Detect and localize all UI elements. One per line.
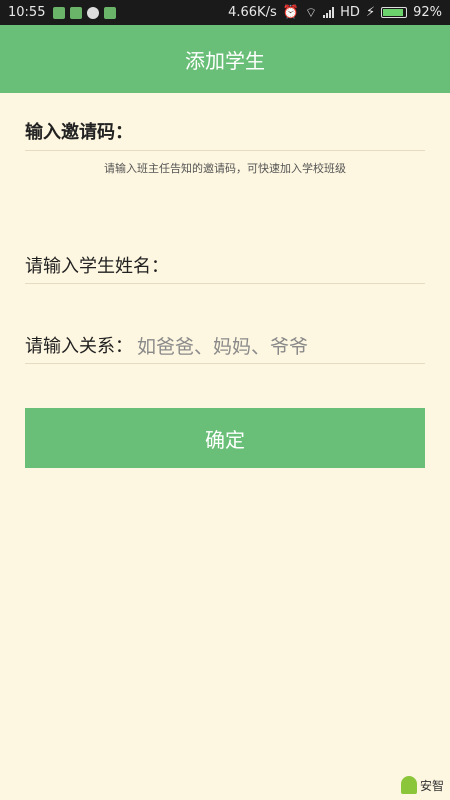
alarm-icon: ⏰ (282, 5, 299, 20)
student-name-input[interactable]: 请输入学生姓名： (25, 252, 169, 278)
charging-icon: ⚡ (365, 5, 376, 20)
student-name-underline (25, 283, 425, 284)
relation-underline (25, 363, 425, 364)
watermark: 安智 (400, 776, 444, 794)
invite-code-hint: 请输入班主任告知的邀请码，可快速加入学校班级 (104, 162, 346, 175)
status-bar: 10:55 4.66K/s ⏰ ⌔ HD ⚡ 92% (0, 0, 450, 25)
qq-icon (87, 6, 100, 19)
relation-label: 请输入关系： (25, 336, 133, 357)
wifi-icon: ⌔ (304, 5, 318, 21)
anzhi-logo-icon (400, 776, 417, 794)
watermark-text: 安智 (419, 778, 444, 793)
notification-icon (53, 6, 66, 19)
relation-input[interactable]: 请输入关系： 如爸爸、妈妈、爷爷 (25, 330, 308, 360)
status-time: 10:55 (8, 5, 46, 20)
confirm-button[interactable]: 确定 (25, 408, 425, 468)
relation-placeholder: 如爸爸、妈妈、爷爷 (137, 335, 309, 358)
battery-percent: 92% (413, 5, 442, 20)
app-notification-icon (70, 6, 83, 19)
battery-icon (381, 7, 408, 18)
status-right: 4.66K/s ⏰ ⌔ HD ⚡ 92% (228, 5, 442, 21)
message-icon (104, 6, 117, 19)
invite-code-underline (25, 150, 425, 151)
network-type: HD (340, 5, 360, 20)
page-title: 添加学生 (185, 48, 265, 73)
app-bar: 添加学生 (0, 25, 450, 93)
invite-code-label[interactable]: 输入邀请码： (25, 118, 133, 144)
network-speed: 4.66K/s (228, 5, 277, 20)
signal-icon (323, 7, 335, 18)
confirm-button-label: 确定 (205, 427, 245, 452)
